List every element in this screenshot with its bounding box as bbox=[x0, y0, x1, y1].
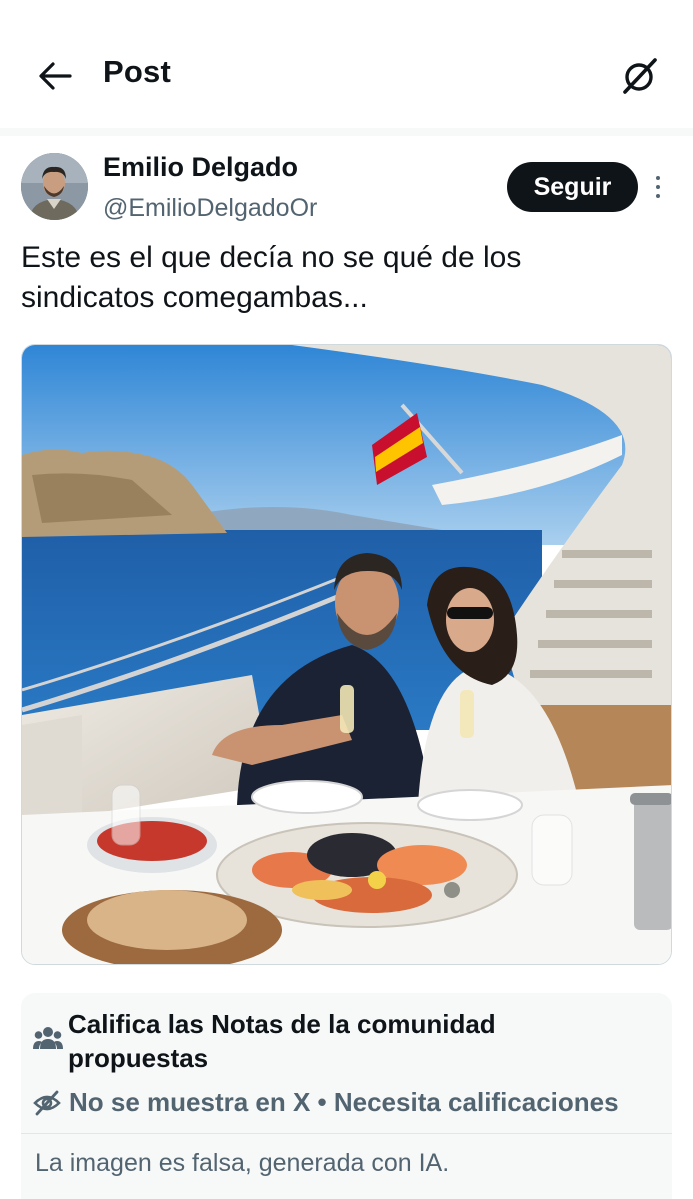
arrow-left-icon bbox=[39, 62, 72, 90]
author-name[interactable]: Emilio Delgado bbox=[103, 152, 298, 183]
eye-off-icon bbox=[33, 1090, 61, 1115]
header-divider bbox=[0, 128, 693, 136]
more-options-button[interactable] bbox=[648, 172, 668, 202]
notes-status-text: No se muestra en X • Necesita calificaci… bbox=[69, 1087, 619, 1117]
community-notes-panel: Califica las Notas de la comunidad propu… bbox=[21, 993, 672, 1199]
grok-button[interactable] bbox=[618, 54, 662, 98]
post-page: Post Emilio Delgado @EmilioDelgadoOr Seg… bbox=[0, 0, 693, 1199]
community-note-text: La imagen es falsa, generada con IA. bbox=[35, 1149, 450, 1177]
notes-divider bbox=[21, 1133, 672, 1134]
avatar[interactable] bbox=[21, 153, 88, 220]
rate-notes-link[interactable]: Califica las Notas de la comunidad propu… bbox=[68, 1007, 628, 1075]
grok-icon bbox=[623, 58, 657, 94]
avatar-image bbox=[21, 153, 88, 220]
author-handle[interactable]: @EmilioDelgadoOr bbox=[103, 194, 317, 223]
yacht-dinner-photo bbox=[22, 345, 671, 964]
top-app-bar: Post bbox=[0, 0, 693, 128]
back-button[interactable] bbox=[34, 56, 76, 96]
post-text: Este es el que decía no se qué de los si… bbox=[21, 241, 522, 314]
follow-button[interactable]: Seguir bbox=[507, 162, 638, 212]
post-image[interactable] bbox=[21, 344, 672, 965]
more-vertical-icon-dot bbox=[656, 185, 660, 189]
people-icon bbox=[33, 1027, 63, 1049]
page-title: Post bbox=[103, 54, 171, 89]
more-vertical-icon-dot bbox=[656, 194, 660, 198]
notes-status: No se muestra en X • Necesita calificaci… bbox=[33, 1087, 619, 1118]
more-vertical-icon-dot bbox=[656, 176, 660, 180]
